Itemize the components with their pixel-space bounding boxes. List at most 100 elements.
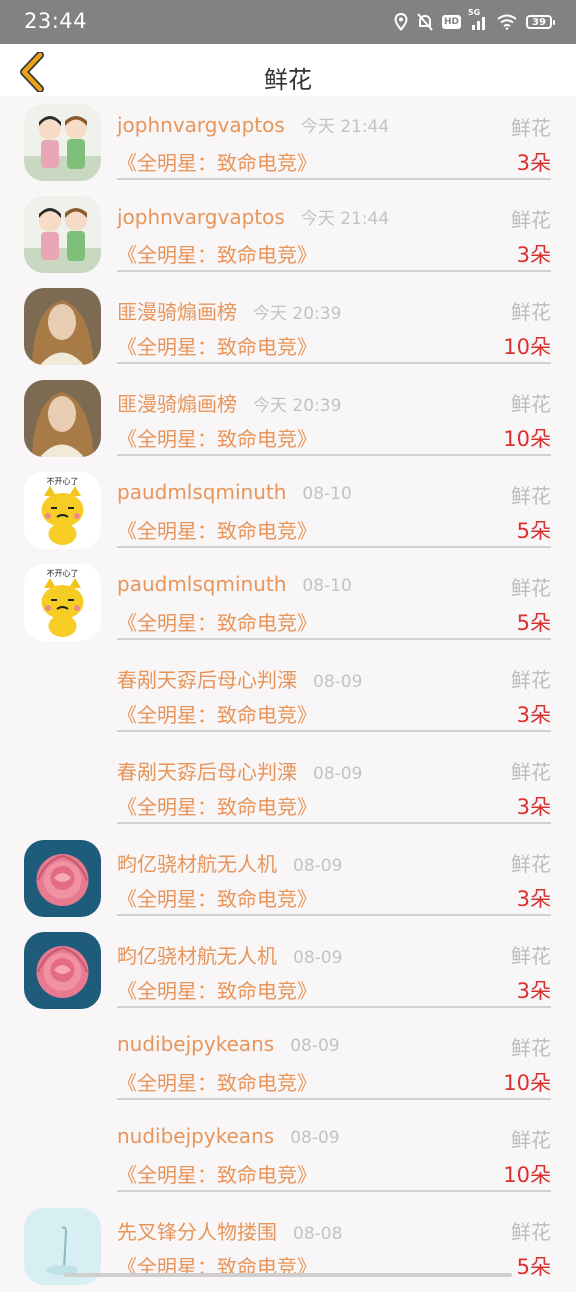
gift-type: 鲜花: [511, 852, 551, 876]
name-line: nudibejpykeans 08-09: [117, 1124, 340, 1150]
cat-caption: 不开心了: [47, 477, 79, 486]
sender-name: paudmlsqminuth: [117, 480, 287, 504]
sender-name: 畇亿骁材航无人机: [117, 852, 277, 876]
divider: [117, 1098, 551, 1100]
name-line: 畇亿骁材航无人机 08-09: [117, 940, 343, 968]
sender-name: 先叉锋分人物搂围: [117, 1220, 277, 1244]
sender-name: nudibejpykeans: [117, 1124, 275, 1148]
gift-count: 10朵: [503, 427, 551, 451]
gift-count: 5朵: [516, 1255, 551, 1279]
sender-name: 春剐天孬后母心判溧: [117, 760, 297, 784]
nav-bar: 鲜花: [0, 44, 576, 96]
gift-type: 鲜花: [511, 760, 551, 784]
divider: [117, 546, 551, 548]
sender-name: jophnvargvaptos: [117, 205, 285, 229]
page-title: 鲜花: [264, 66, 312, 94]
name-line: jophnvargvaptos 今天 21:44: [117, 112, 389, 138]
list-item[interactable]: nudibejpykeans 08-09 鲜花 《全明星：致命电竞》 10朵: [0, 1016, 576, 1108]
gift-type: 鲜花: [511, 576, 551, 600]
gift-count: 5朵: [516, 519, 551, 543]
send-time: 08-10: [302, 484, 352, 504]
home-indicator[interactable]: [64, 1273, 512, 1277]
send-time: 08-09: [293, 856, 343, 876]
send-time: 08-08: [293, 1224, 343, 1244]
list-item[interactable]: nudibejpykeans 08-09 鲜花 《全明星：致命电竞》 10朵: [0, 1108, 576, 1200]
list-item[interactable]: jophnvargvaptos 今天 21:44 鲜花 《全明星：致命电竞》 3…: [0, 188, 576, 280]
gift-record-list[interactable]: jophnvargvaptos 今天 21:44 鲜花 《全明星：致命电竞》 3…: [0, 96, 576, 1292]
sender-name: 畇亿骁材航无人机: [117, 944, 277, 968]
list-item[interactable]: 不开心了 paudmlsqminuth 08-10 鲜花 《全明星：致命电竞》 …: [0, 556, 576, 648]
avatar: 不开心了: [24, 564, 101, 641]
gift-count: 5朵: [516, 611, 551, 635]
list-item[interactable]: 先叉锋分人物搂围 08-08 鲜花 《全明星：致命电竞》 5朵: [0, 1200, 576, 1292]
game-title: 《全明星：致命电竞》: [117, 519, 317, 543]
avatar: [24, 104, 101, 181]
gift-count: 3朵: [516, 979, 551, 1003]
location-icon: [394, 13, 408, 31]
list-item[interactable]: 畇亿骁材航无人机 08-09 鲜花 《全明星：致命电竞》 3朵: [0, 924, 576, 1016]
send-time: 今天 21:44: [300, 117, 390, 137]
gift-type: 鲜花: [511, 300, 551, 324]
sender-name: nudibejpykeans: [117, 1032, 275, 1056]
divider: [117, 362, 551, 364]
game-title: 《全明星：致命电竞》: [117, 979, 317, 1003]
name-line: paudmlsqminuth 08-10: [117, 572, 352, 598]
list-item[interactable]: 畇亿骁材航无人机 08-09 鲜花 《全明星：致命电竞》 3朵: [0, 832, 576, 924]
gift-count: 3朵: [516, 703, 551, 727]
network-label: 5G: [468, 8, 481, 17]
avatar: [24, 196, 101, 273]
gift-count: 3朵: [516, 795, 551, 819]
name-line: 匪漫骑煽画榜 今天 20:39: [117, 388, 342, 416]
name-line: jophnvargvaptos 今天 21:44: [117, 204, 389, 230]
divider: [117, 822, 551, 824]
send-time: 08-09: [313, 672, 363, 692]
gift-type: 鲜花: [511, 1220, 551, 1244]
gift-count: 10朵: [503, 1163, 551, 1187]
name-line: 春剐天孬后母心判溧 08-09: [117, 664, 363, 692]
list-item[interactable]: 匪漫骑煽画榜 今天 20:39 鲜花 《全明星：致命电竞》 10朵: [0, 372, 576, 464]
sender-name: paudmlsqminuth: [117, 572, 287, 596]
status-time: 23:44: [24, 9, 88, 33]
gift-count: 3朵: [516, 151, 551, 175]
avatar: [24, 932, 101, 1009]
list-item[interactable]: 春剐天孬后母心判溧 08-09 鲜花 《全明星：致命电竞》 3朵: [0, 648, 576, 740]
gift-count: 3朵: [516, 887, 551, 911]
sender-name: 匪漫骑煽画榜: [117, 300, 237, 324]
send-time: 08-09: [293, 948, 343, 968]
send-time: 今天 20:39: [253, 396, 342, 416]
divider: [117, 454, 551, 456]
name-line: 春剐天孬后母心判溧 08-09: [117, 756, 363, 784]
send-time: 08-09: [290, 1128, 340, 1148]
list-item[interactable]: 匪漫骑煽画榜 今天 20:39 鲜花 《全明星：致命电竞》 10朵: [0, 280, 576, 372]
gift-type: 鲜花: [511, 208, 551, 232]
gift-type: 鲜花: [511, 116, 551, 140]
list-item[interactable]: jophnvargvaptos 今天 21:44 鲜花 《全明星：致命电竞》 3…: [0, 96, 576, 188]
game-title: 《全明星：致命电竞》: [117, 703, 317, 727]
sender-name: 春剐天孬后母心判溧: [117, 668, 297, 692]
game-title: 《全明星：致命电竞》: [117, 1163, 317, 1187]
game-title: 《全明星：致命电竞》: [117, 1071, 317, 1095]
game-title: 《全明星：致命电竞》: [117, 611, 317, 635]
send-time: 今天 20:39: [253, 304, 342, 324]
game-title: 《全明星：致命电竞》: [117, 427, 317, 451]
cat-caption: 不开心了: [47, 569, 79, 578]
send-time: 08-09: [313, 764, 363, 784]
name-line: 畇亿骁材航无人机 08-09: [117, 848, 343, 876]
avatar: 不开心了: [24, 472, 101, 549]
list-item[interactable]: 春剐天孬后母心判溧 08-09 鲜花 《全明星：致命电竞》 3朵: [0, 740, 576, 832]
status-bar: 23:44 HD 5G 39: [0, 0, 576, 44]
avatar: [24, 840, 101, 917]
divider: [117, 1006, 551, 1008]
send-time: 08-09: [290, 1036, 340, 1056]
list-item[interactable]: 不开心了 paudmlsqminuth 08-10 鲜花 《全明星：致命电竞》 …: [0, 464, 576, 556]
divider: [117, 730, 551, 732]
divider: [117, 638, 551, 640]
gift-type: 鲜花: [511, 668, 551, 692]
name-line: paudmlsqminuth 08-10: [117, 480, 352, 506]
game-title: 《全明星：致命电竞》: [117, 151, 317, 175]
gift-count: 10朵: [503, 335, 551, 359]
hd-badge: HD: [441, 15, 461, 29]
name-line: 先叉锋分人物搂围 08-08: [117, 1216, 343, 1244]
gift-type: 鲜花: [511, 1128, 551, 1152]
sender-name: jophnvargvaptos: [117, 113, 285, 137]
